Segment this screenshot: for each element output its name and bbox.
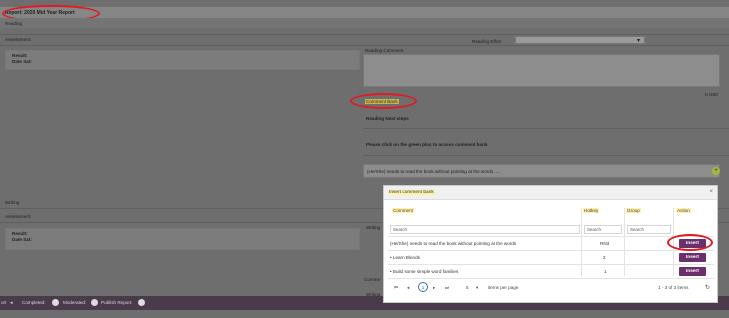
pager-summary: 1 - 3 of 3 items (658, 285, 689, 290)
refresh-icon[interactable]: ↻ (705, 284, 710, 291)
completed-checkbox[interactable] (52, 299, 59, 306)
table-row: • Build some simple word families 1 Inse… (388, 265, 714, 279)
reading-effort-select[interactable]: ▾ (515, 36, 645, 44)
reading-section-bar: Reading (0, 18, 729, 28)
divider (363, 128, 729, 129)
row-hotkey: 2 (603, 255, 606, 260)
column-header-action[interactable]: Action (676, 208, 691, 218)
comment-bank-instruction: Please click on the green plus to access… (366, 142, 488, 147)
writing-section-label: Writing (5, 200, 20, 205)
moderated-checkbox[interactable] (91, 299, 98, 306)
page-size-select[interactable]: 5 (466, 285, 469, 290)
footer-prev-label: ort (1, 300, 7, 305)
filter-row: Search Search Search (388, 223, 714, 237)
prev-page-icon[interactable]: ◂ (407, 285, 409, 291)
divider (0, 45, 729, 46)
reading-next-steps-value: (He/She) needs to read the book without … (367, 169, 501, 174)
reading-date-sat-label-2: Date Sat: (12, 59, 32, 64)
row-comment: (He/She) needs to read the book without … (390, 241, 517, 246)
insert-button[interactable]: Insert (679, 253, 706, 262)
pagination: ⏮ ◂ 1 ▸ ⏭ 5 ▾ items per page 1 - 3 of 3 … (388, 282, 714, 296)
reading-char-count: 0 /400 (705, 92, 718, 97)
hotkey-search-input[interactable]: Search (584, 225, 622, 234)
row-hotkey: 1 (604, 269, 607, 274)
chevron-down-icon: ▾ (636, 38, 640, 44)
add-comment-plus-icon[interactable]: + (712, 167, 720, 175)
completed-label: Completed: (22, 300, 46, 305)
writing-date-sat-label: Date Sat: (12, 237, 32, 242)
modal-title-bar: Insert comment bank × (384, 186, 717, 200)
column-header-hotkey-label: Hotkey (583, 208, 600, 213)
writing-assessment-label: Assessment: (5, 214, 32, 219)
row-comment: • Learn Blends (390, 255, 420, 260)
items-per-page-label: items per page (488, 285, 519, 290)
current-page[interactable]: 1 (418, 282, 428, 292)
annotation-oval-insert (667, 234, 713, 251)
writing-side-label: Writing (366, 225, 381, 230)
last-page-icon[interactable]: ⏭ (445, 285, 449, 290)
writing-result-box (5, 228, 360, 250)
writing-comment-label: Comme (364, 277, 381, 282)
column-header-hotkey[interactable]: Hotkey (583, 208, 600, 218)
chevron-down-icon[interactable]: ▾ (476, 285, 478, 291)
annotation-oval-comment-bank (350, 93, 417, 109)
moderated-label: Moderated: (63, 300, 87, 305)
reading-effort-label: Reading Effort (472, 39, 502, 44)
close-icon[interactable]: × (709, 189, 713, 195)
reading-next-steps-field[interactable]: (He/She) needs to read the book without … (363, 164, 720, 178)
divider (0, 34, 729, 35)
modal-title: Insert comment bank (388, 190, 435, 195)
table-row: (He/She) needs to read the book without … (388, 237, 714, 251)
reading-comment-textarea[interactable] (363, 54, 720, 87)
reading-result-box (5, 50, 360, 70)
insert-button[interactable]: Insert (679, 267, 706, 276)
publish-checkbox[interactable] (138, 299, 145, 306)
footer-prev-chevron-icon[interactable]: ◂ (10, 300, 13, 306)
column-header-action-label: Action (676, 208, 691, 213)
column-header-group-label: Group (626, 208, 641, 213)
column-header-comment-label: Comment (392, 208, 414, 213)
column-header-group[interactable]: Group (626, 208, 641, 218)
reading-result-label-2: Result: (12, 53, 28, 58)
row-hotkey: RN3 (600, 241, 610, 246)
publish-label: Publish Report: (101, 300, 133, 305)
reading-next-steps-label: Reading Next steps (366, 116, 409, 121)
next-page-icon[interactable]: ▸ (433, 285, 435, 291)
row-comment: • Build some simple word families (390, 269, 459, 274)
first-page-icon[interactable]: ⏮ (394, 285, 398, 290)
reading-assessment-label: Assessment: (5, 37, 32, 42)
column-header-comment[interactable]: Comment (392, 208, 414, 218)
table-row: • Learn Blends 2 Insert (388, 251, 714, 265)
reading-section-label: Reading (5, 21, 23, 26)
report-header: Report: 2020 Mid Year Report (0, 7, 729, 18)
group-search-input[interactable]: Search (627, 225, 671, 234)
comment-search-input[interactable]: Search (390, 225, 580, 234)
writing-result-label: Result: (12, 231, 28, 236)
divider (363, 155, 729, 156)
reading-comment-label: Reading Comment (365, 48, 404, 53)
